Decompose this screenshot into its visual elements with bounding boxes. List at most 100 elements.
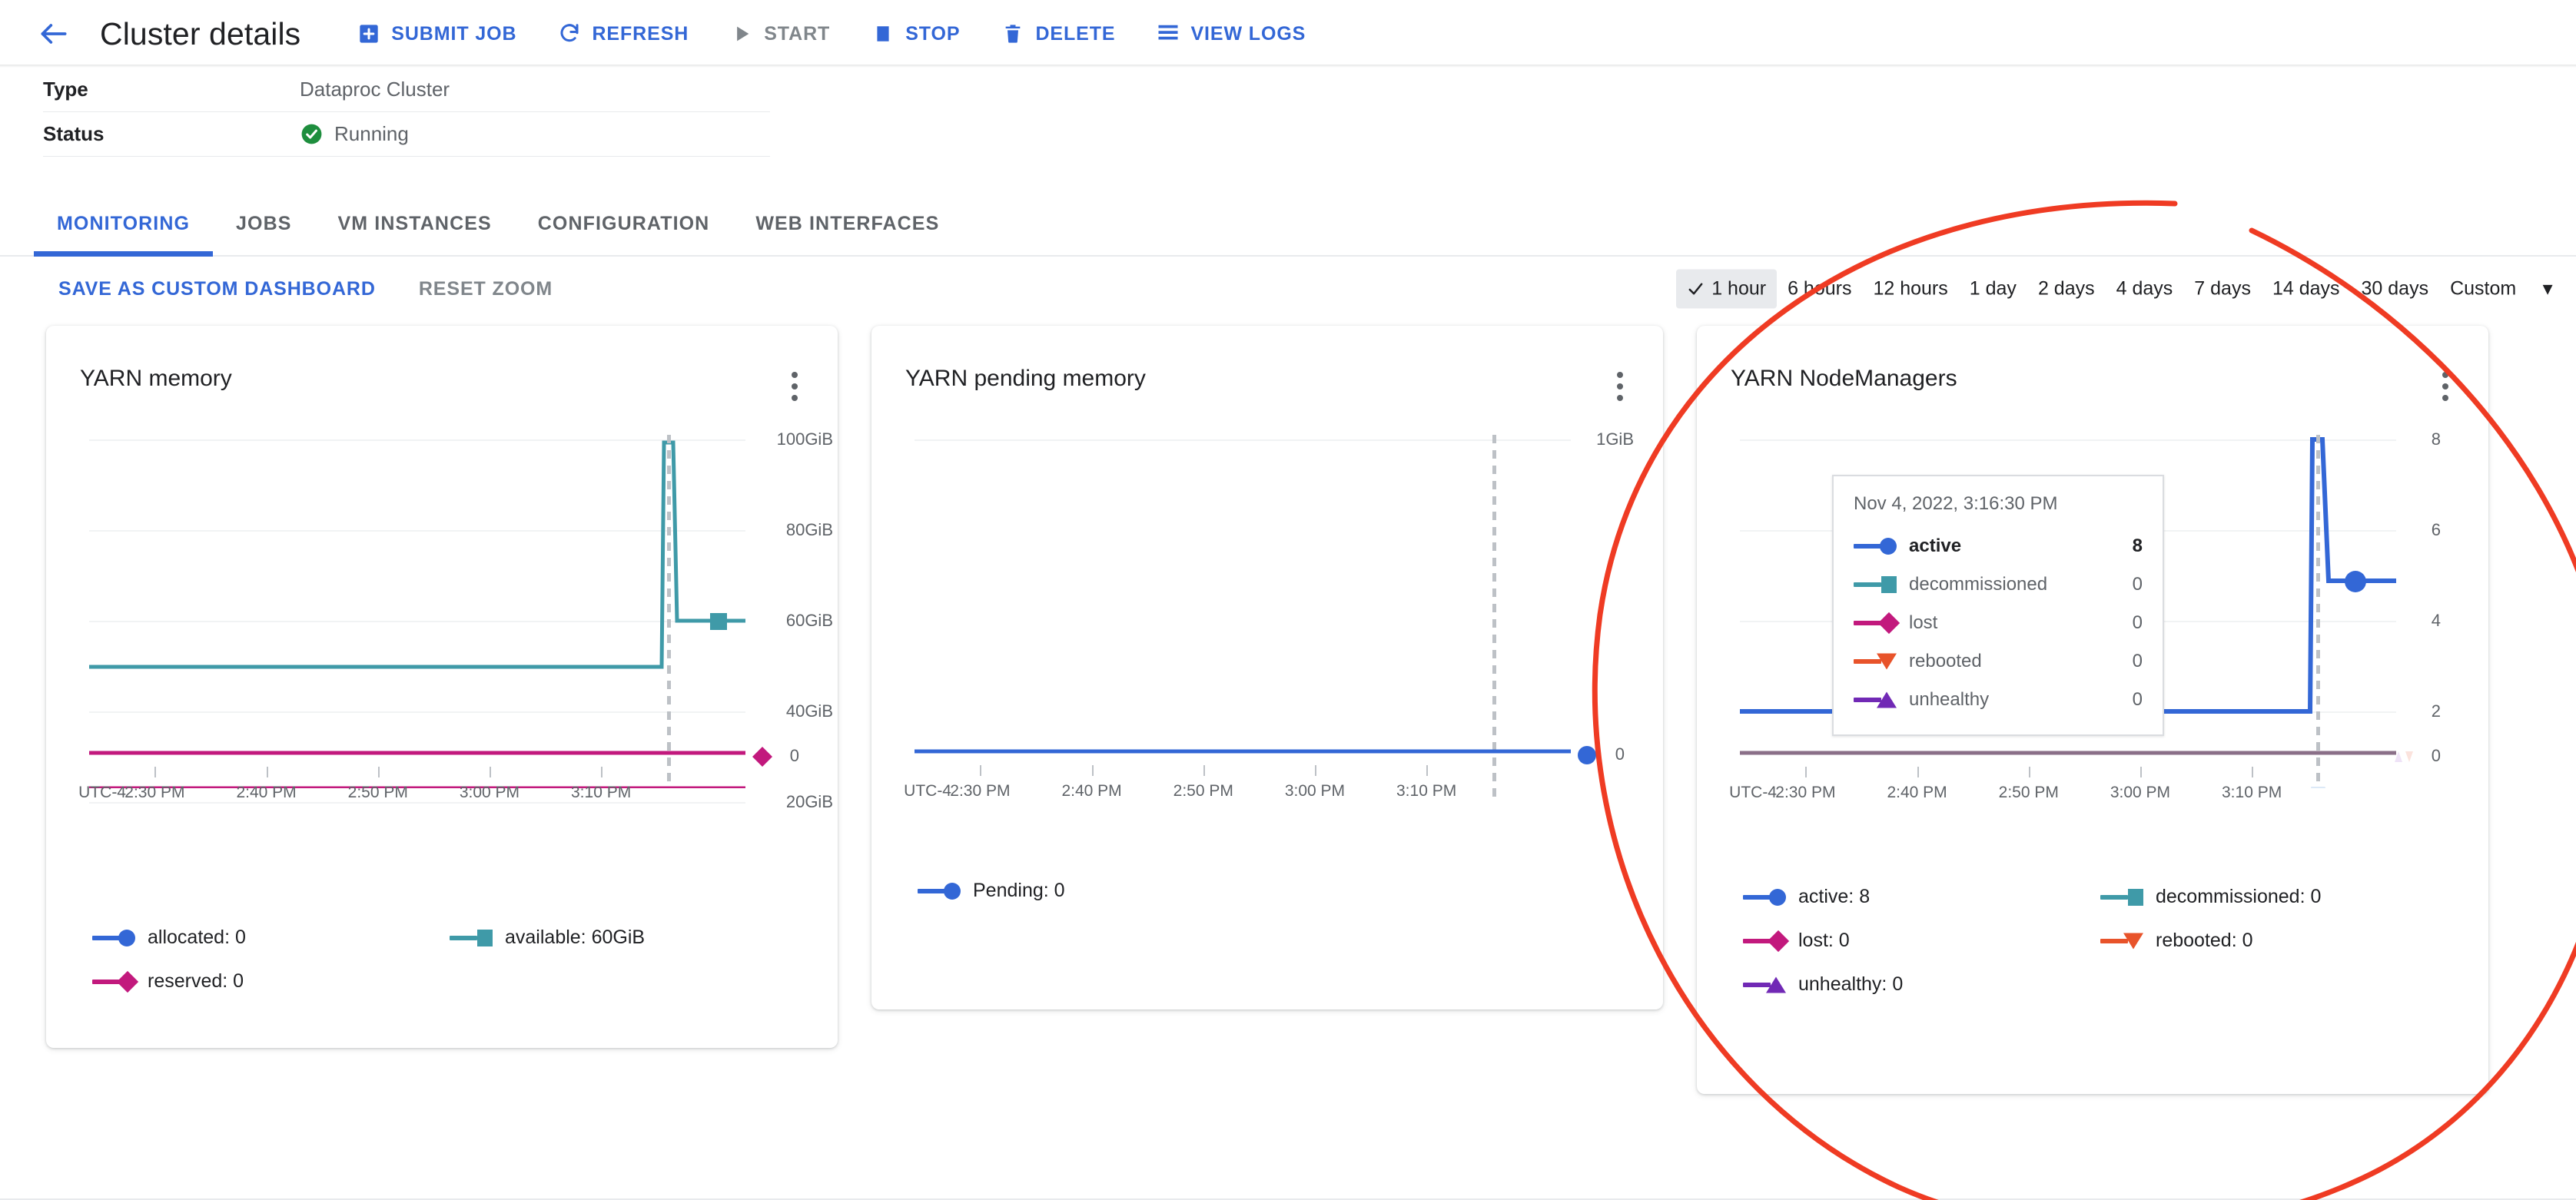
info-key: Type <box>43 78 88 101</box>
chart-card-yarn-nodemanagers: YARN NodeManagers 8 6 4 2 Nov 4, 2022, 3… <box>1697 326 2488 1094</box>
time-range-30-days[interactable]: 30 days <box>2351 270 2440 309</box>
tab-jobs[interactable]: JOBS <box>213 213 314 255</box>
zero-series-markers <box>2395 751 2413 762</box>
cluster-info-table: Type Dataproc Cluster Status Running <box>0 68 2576 157</box>
legend-label: Pending: 0 <box>973 880 1065 901</box>
hover-cursor-line <box>2316 435 2320 788</box>
chart-card-grid: YARN memory 100GiB 80GiB 60GiB 40GiB 20G… <box>0 326 2576 1094</box>
status-label: Running <box>334 122 409 145</box>
delete-button[interactable]: DELETE <box>984 15 1132 53</box>
legend-label: unhealthy: 0 <box>1798 973 1904 995</box>
info-row-type: Type Dataproc Cluster <box>43 68 770 112</box>
ytick-label: 6 <box>2431 520 2441 539</box>
stop-button[interactable]: STOP <box>855 15 977 53</box>
tab-web-interfaces[interactable]: WEB INTERFACES <box>732 213 962 255</box>
legend-item-available[interactable]: available: 60GiB <box>450 927 807 949</box>
time-range-7-days[interactable]: 7 days <box>2183 270 2262 309</box>
legend-item-lost[interactable]: lost: 0 <box>1743 930 2100 952</box>
card-title: YARN pending memory <box>905 366 1146 391</box>
time-range-custom[interactable]: Custom <box>2439 270 2527 309</box>
card-header: YARN NodeManagers <box>1697 326 2488 407</box>
timezone-label: UTC-4 <box>78 784 126 801</box>
refresh-label: REFRESH <box>592 22 689 45</box>
tooltip-swatch-diamond-icon <box>1854 612 1900 635</box>
legend-item-rebooted[interactable]: rebooted: 0 <box>2100 930 2458 952</box>
top-toolbar: Cluster details SUBMIT JOB REFRESH START <box>0 0 2576 68</box>
legend-item-active[interactable]: active: 8 <box>1743 886 2100 908</box>
xtick-label: 2:30 PM <box>124 784 185 801</box>
time-range-2-days[interactable]: 2 days <box>2027 270 2106 309</box>
xtick-label: 3:10 PM <box>571 784 632 801</box>
plot-area: 100GiB 80GiB 60GiB 40GiB 20GiB <box>46 429 838 811</box>
legend-label: decommissioned: 0 <box>2156 886 2322 907</box>
legend-label: available: 60GiB <box>505 927 646 948</box>
logs-lines-icon <box>1157 22 1180 45</box>
plus-box-icon <box>357 22 380 45</box>
tooltip-row-decommissioned: decommissioned 0 <box>1854 565 2143 604</box>
legend-item-reserved[interactable]: reserved: 0 <box>92 970 450 993</box>
time-range-1-day[interactable]: 1 day <box>1959 270 2027 309</box>
series-paths <box>89 440 745 788</box>
check-icon <box>1687 280 1705 298</box>
tab-monitoring[interactable]: MONITORING <box>34 213 214 257</box>
start-label: START <box>764 22 831 45</box>
submit-job-button[interactable]: SUBMIT JOB <box>340 15 533 53</box>
refresh-button[interactable]: REFRESH <box>541 15 705 53</box>
legend-item-decommissioned[interactable]: decommissioned: 0 <box>2100 886 2458 908</box>
tooltip-value: 0 <box>2132 689 2143 710</box>
tooltip-label: active <box>1909 535 1962 556</box>
time-range-12-hours[interactable]: 12 hours <box>1862 270 1958 309</box>
legend-item-unhealthy[interactable]: unhealthy: 0 <box>1743 973 2100 996</box>
ytick-label: 1GiB <box>1596 429 1634 449</box>
legend-swatch-diamond-icon <box>1743 930 1790 952</box>
info-value: Dataproc Cluster <box>300 78 450 101</box>
x-ticks <box>1740 767 2396 779</box>
x-ticks <box>89 767 745 779</box>
baseline <box>915 749 1571 754</box>
delete-label: DELETE <box>1035 22 1116 45</box>
baseline <box>1740 751 2396 755</box>
card-menu-button[interactable] <box>2435 366 2456 407</box>
xtick-label: 2:50 PM <box>1173 782 1233 800</box>
time-range-6-hours[interactable]: 6 hours <box>1777 270 1862 309</box>
xtick-label: 3:00 PM <box>459 784 520 801</box>
ytick-label: 4 <box>2431 611 2441 630</box>
xtick-label: 2:30 PM <box>950 782 1011 800</box>
start-button[interactable]: START <box>713 15 847 53</box>
tooltip-label: rebooted <box>1909 651 1982 671</box>
time-range-14-days[interactable]: 14 days <box>2262 270 2351 309</box>
legend-item-allocated[interactable]: allocated: 0 <box>92 927 450 949</box>
back-button[interactable] <box>32 12 75 55</box>
view-logs-button[interactable]: VIEW LOGS <box>1140 15 1323 53</box>
arrow-left-icon <box>37 17 71 51</box>
card-menu-button[interactable] <box>1609 366 1631 407</box>
save-as-custom-dashboard-button[interactable]: SAVE AS CUSTOM DASHBOARD <box>58 278 376 300</box>
xtick-label: 3:10 PM <box>1396 782 1457 800</box>
card-title: YARN memory <box>80 366 232 391</box>
tab-vm-instances[interactable]: VM INSTANCES <box>315 213 515 255</box>
xtick-label: 2:50 PM <box>1998 784 2059 801</box>
reset-zoom-button[interactable]: RESET ZOOM <box>419 278 553 300</box>
time-range-4-days[interactable]: 4 days <box>2106 270 2184 309</box>
legend-label: rebooted: 0 <box>2156 930 2253 951</box>
submit-job-label: SUBMIT JOB <box>391 22 517 45</box>
ytick-label: 80GiB <box>785 520 833 539</box>
tooltip-row-lost: lost 0 <box>1854 604 2143 642</box>
toolbar-shadow <box>0 65 2576 68</box>
stop-square-icon <box>871 22 895 45</box>
legend-item-pending[interactable]: Pending: 0 <box>918 880 1275 902</box>
xtick-label: 2:40 PM <box>236 784 297 801</box>
tooltip-row-rebooted: rebooted 0 <box>1854 642 2143 681</box>
tab-configuration[interactable]: CONFIGURATION <box>515 213 733 255</box>
card-menu-button[interactable] <box>784 366 805 407</box>
caret-down-icon[interactable]: ▼ <box>2530 279 2565 299</box>
x-ticks <box>915 765 1571 777</box>
tooltip-timestamp: Nov 4, 2022, 3:16:30 PM <box>1854 493 2058 514</box>
tooltip-value: 8 <box>2132 535 2143 556</box>
monitoring-subbar: SAVE AS CUSTOM DASHBOARD RESET ZOOM 1 ho… <box>0 257 2576 321</box>
ytick-label: 20GiB <box>785 792 833 811</box>
time-range-1-hour[interactable]: 1 hour <box>1676 269 1778 309</box>
info-key: Status <box>43 122 105 145</box>
check-circle-icon <box>300 122 324 146</box>
tooltip-row-unhealthy: unhealthy 0 <box>1854 681 2143 719</box>
